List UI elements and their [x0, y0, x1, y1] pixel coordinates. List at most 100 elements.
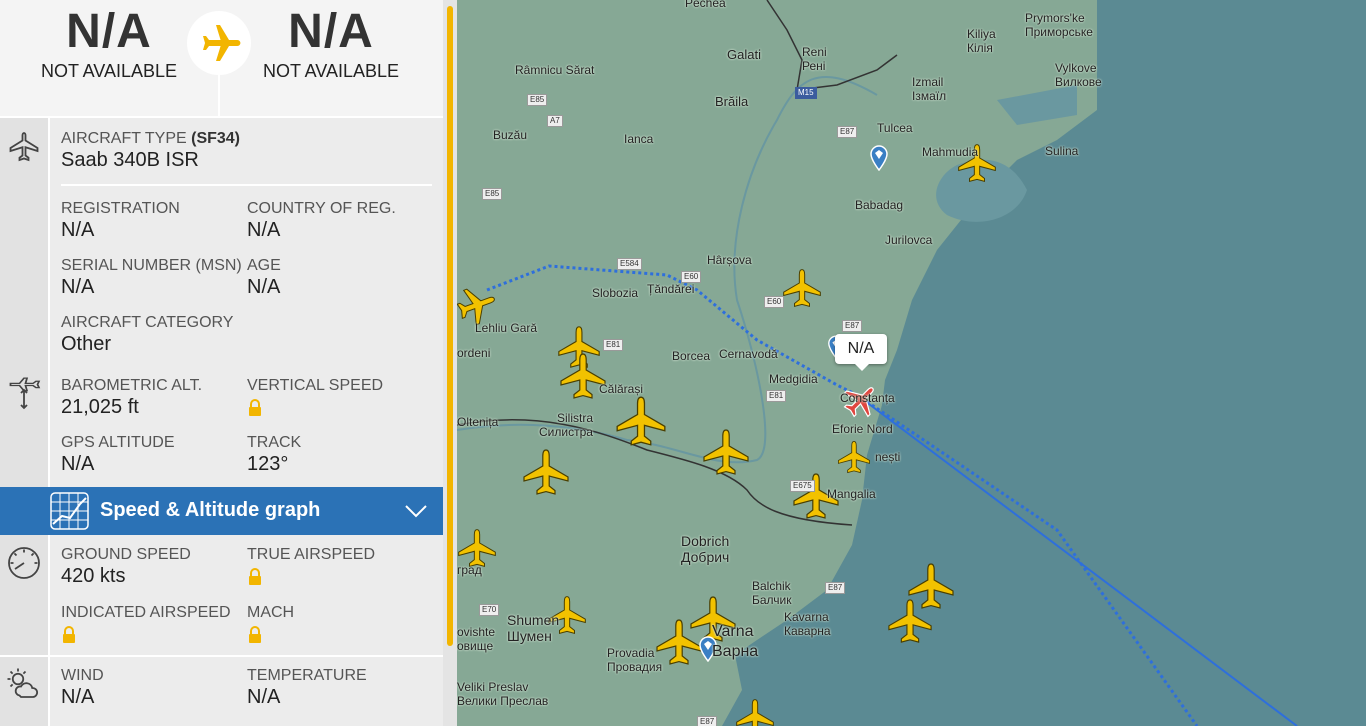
- map-label: Kavarna: [784, 610, 829, 624]
- graph-icon: [50, 492, 89, 530]
- wind-label: WIND: [61, 667, 104, 684]
- map-label: Вилкове: [1055, 75, 1102, 89]
- map-label: Prymors'ke: [1025, 11, 1085, 25]
- flight-map[interactable]: Pechea Galati Reni Рені Râmnicu Sărat Ki…: [457, 0, 1366, 726]
- road-shield: E60: [681, 271, 702, 283]
- scrollbar-thumb[interactable]: [447, 6, 453, 646]
- msn-field: SERIAL NUMBER (MSN) N/A: [61, 257, 242, 299]
- flight-details-panel: N/A NOT AVAILABLE N/A NOT AVAILABLE AIRC…: [0, 0, 443, 726]
- origin[interactable]: N/A NOT AVAILABLE: [0, 0, 218, 116]
- registration-label: REGISTRATION: [61, 200, 180, 217]
- selected-flight-callout[interactable]: N/A: [835, 334, 887, 371]
- wind-field: WIND N/A: [61, 667, 104, 709]
- ground-speed-field: GROUND SPEED 420 kts: [61, 546, 191, 588]
- lock-icon[interactable]: [61, 626, 77, 644]
- map-canvas: [457, 0, 1366, 726]
- aircraft-type-label: AIRCRAFT TYPE: [61, 130, 187, 147]
- altitude-icon: [9, 377, 41, 410]
- mach-field: MACH: [247, 604, 294, 649]
- indicated-airspeed-field: INDICATED AIRSPEED: [61, 604, 231, 649]
- map-label: Buzău: [493, 128, 528, 142]
- road-shield: E584: [617, 258, 642, 270]
- lock-icon[interactable]: [247, 399, 263, 417]
- map-label: Slobozia: [592, 286, 639, 300]
- track-field: TRACK 123°: [247, 434, 301, 476]
- road-shield: E85: [527, 94, 548, 106]
- aircraft-type-code: (SF34): [191, 130, 241, 147]
- temperature-label: TEMPERATURE: [247, 667, 367, 684]
- aircraft-type-value: Saab 340B ISR: [61, 149, 199, 171]
- speed-section-sidebar: [0, 535, 50, 655]
- map-label: Jurilovca: [885, 233, 933, 247]
- map-label: Балчик: [752, 593, 792, 607]
- map-label: Galati: [727, 47, 761, 62]
- map-label: Провадия: [607, 660, 663, 674]
- map-label: Balchik: [752, 579, 791, 593]
- indicated-airspeed-label: INDICATED AIRSPEED: [61, 604, 231, 621]
- map-label: Brăila: [715, 94, 749, 109]
- map-label: Велики Преслав: [457, 694, 549, 708]
- vertical-speed-field: VERTICAL SPEED: [247, 377, 383, 422]
- map-label: Cernavodă: [719, 347, 778, 361]
- road-shield: M15: [795, 87, 817, 99]
- speed-altitude-graph-toggle[interactable]: Speed & Altitude graph: [0, 487, 443, 535]
- true-airspeed-label: TRUE AIRSPEED: [247, 546, 376, 563]
- lock-icon[interactable]: [247, 626, 263, 644]
- map-label: Варна: [712, 643, 759, 660]
- map-label: Varna: [712, 623, 754, 640]
- road-shield: E87: [825, 582, 846, 594]
- baro-alt-field: BAROMETRIC ALT. 21,025 ft: [61, 377, 202, 419]
- mach-label: MACH: [247, 604, 295, 621]
- map-label: Constanța: [840, 391, 895, 405]
- map-label: Кілія: [967, 41, 993, 55]
- map-label: Medgidia: [769, 372, 818, 386]
- map-label: Добрич: [681, 549, 730, 565]
- age-value: N/A: [247, 276, 281, 298]
- aircraft-section-sidebar: [0, 118, 50, 365]
- map-label: Lehliu Gară: [475, 321, 538, 335]
- altitude-section: BAROMETRIC ALT. 21,025 ft VERTICAL SPEED…: [0, 365, 443, 487]
- chevron-down-icon[interactable]: [405, 504, 427, 518]
- weather-section-sidebar: [0, 657, 50, 726]
- map-label: Eforie Nord: [832, 422, 893, 436]
- destination-code: N/A: [288, 5, 374, 58]
- map-label: Каварна: [784, 624, 831, 638]
- road-shield: E85: [482, 188, 503, 200]
- map-label: Sulina: [1045, 144, 1079, 158]
- road-shield: E60: [764, 296, 785, 308]
- aircraft-section: AIRCRAFT TYPE (SF34) Saab 340B ISR REGIS…: [0, 118, 443, 365]
- msn-value: N/A: [61, 276, 95, 298]
- origin-code: N/A: [66, 5, 152, 58]
- road-shield: E87: [697, 716, 718, 726]
- baro-alt-value: 21,025 ft: [61, 396, 139, 418]
- gps-alt-label: GPS ALTITUDE: [61, 434, 175, 451]
- aircraft-type-field: AIRCRAFT TYPE (SF34) Saab 340B ISR: [61, 130, 240, 172]
- graph-title: Speed & Altitude graph: [100, 499, 321, 521]
- road-shield: E81: [766, 390, 787, 402]
- temperature-field: TEMPERATURE N/A: [247, 667, 367, 709]
- category-field: AIRCRAFT CATEGORY Other: [61, 314, 233, 356]
- map-label: Izmail: [912, 75, 944, 89]
- map-label: Silistra: [557, 411, 594, 425]
- map-label: ovishte: [457, 625, 496, 639]
- map-label: Mahmudia: [922, 145, 979, 159]
- map-label: Шумен: [507, 628, 552, 644]
- ground-speed-value: 420 kts: [61, 565, 126, 587]
- map-label: Hârșova: [707, 253, 752, 267]
- map-label: Călărași: [599, 382, 644, 396]
- speed-section: GROUND SPEED 420 kts TRUE AIRSPEED INDIC…: [0, 535, 443, 655]
- destination[interactable]: N/A NOT AVAILABLE: [222, 0, 440, 116]
- road-shield: E675: [790, 480, 815, 492]
- country-label: COUNTRY OF REG.: [247, 200, 396, 217]
- destination-name: NOT AVAILABLE: [262, 61, 400, 81]
- map-label: Veliki Preslav: [457, 680, 529, 694]
- map-label: Oltenița: [457, 415, 499, 429]
- altitude-section-sidebar: [0, 365, 50, 487]
- lock-icon[interactable]: [247, 568, 263, 586]
- road-shield: A7: [547, 115, 563, 127]
- route-header: N/A NOT AVAILABLE N/A NOT AVAILABLE: [0, 0, 443, 118]
- country-value: N/A: [247, 219, 281, 241]
- speedometer-icon: [8, 547, 40, 579]
- category-label: AIRCRAFT CATEGORY: [61, 314, 234, 331]
- panel-scrollbar[interactable]: [443, 0, 457, 726]
